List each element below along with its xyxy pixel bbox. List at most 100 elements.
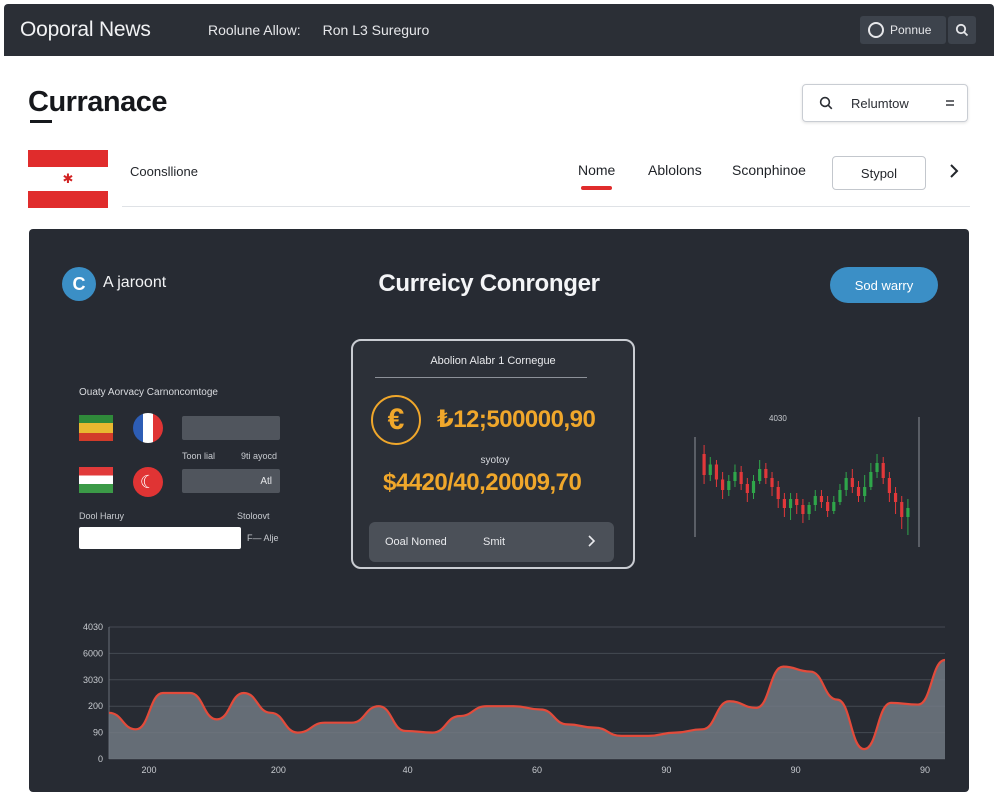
- amount-input[interactable]: [79, 527, 241, 549]
- candle-body: [733, 472, 737, 481]
- candle-body: [900, 502, 904, 517]
- top-nav-link[interactable]: Roolune Allow:: [208, 22, 301, 38]
- section-label: Coonsllione: [130, 164, 198, 179]
- candle-body: [844, 478, 848, 490]
- tab-sconphinoe[interactable]: Sconphinoe: [732, 162, 806, 178]
- top-navigation-bar: Ooporal News Roolune Allow: Ron L3 Sureg…: [4, 4, 994, 56]
- to-currency-value: Atl: [260, 475, 272, 487]
- candle-body: [906, 508, 910, 517]
- candle-body: [850, 478, 854, 487]
- candle-body: [714, 464, 719, 480]
- search-icon: [868, 22, 884, 38]
- from-currency-field[interactable]: [182, 416, 280, 440]
- candle-chart-label: 4030: [769, 414, 787, 423]
- candle-body: [727, 481, 731, 490]
- sod-warry-button[interactable]: Sod warry: [830, 267, 938, 303]
- y-tick-label: 0: [98, 754, 103, 764]
- flag-emblem: ✱: [28, 167, 108, 191]
- tab-ablolons[interactable]: Ablolons: [648, 162, 702, 178]
- candle-body: [856, 487, 861, 496]
- candle-body: [826, 502, 830, 511]
- tab-home[interactable]: Nome: [578, 162, 615, 190]
- divider: [375, 377, 587, 378]
- to-currency-field[interactable]: Atl: [182, 469, 280, 493]
- top-search-icon-button[interactable]: [948, 16, 976, 44]
- top-nav-link[interactable]: Ron L3 Sureguro: [323, 22, 430, 38]
- x-tick-label: 90: [920, 765, 930, 775]
- amount-suffix: F— Alje: [247, 533, 279, 543]
- top-search-button[interactable]: Ponnue: [860, 16, 946, 44]
- candle-body: [795, 499, 799, 505]
- divider: [122, 206, 970, 207]
- chevron-right-icon[interactable]: [948, 162, 960, 180]
- page-title: Curranace: [28, 86, 167, 118]
- area-chart: 4030 6000 3030 200 90 0 200 200 40 60 90 90 90: [83, 622, 946, 775]
- y-tick-label: 4030: [83, 622, 103, 632]
- candle-body: [819, 496, 824, 502]
- currency-converter-panel: C A jaroont Curreicy Conronger Sod warry…: [29, 229, 969, 792]
- flag-icon[interactable]: [133, 413, 163, 443]
- card-mid-label: syotoy: [480, 455, 510, 466]
- candle-body: [863, 487, 867, 496]
- flag-icon[interactable]: [79, 467, 113, 493]
- conversion-result: $4420/40,20009,70: [383, 469, 582, 496]
- candlestick-chart: 4030: [694, 414, 920, 547]
- panel-title: Curreicy Conronger: [378, 270, 600, 297]
- candle-body: [764, 469, 768, 478]
- card-heading: Abolion Alabr 1 Cornegue: [430, 355, 556, 367]
- y-tick-label: 200: [88, 701, 103, 711]
- candle-body: [832, 502, 836, 511]
- brand-logo[interactable]: Ooporal News: [20, 18, 208, 42]
- candle-body: [801, 505, 805, 514]
- candle-body: [887, 478, 891, 493]
- crescent-icon: ☾: [139, 471, 157, 492]
- conversion-card: Abolion Alabr 1 Cornegue € ₺12;500000,90…: [351, 339, 635, 569]
- x-tick-label: 40: [403, 765, 413, 775]
- top-search-label: Ponnue: [890, 23, 932, 37]
- candle-body: [702, 454, 706, 475]
- y-tick-label: 3030: [83, 675, 103, 685]
- submit-button[interactable]: Ooal Nomed Smit: [369, 522, 614, 562]
- to-label: 9ti ayocd: [241, 451, 278, 461]
- candle-body: [745, 484, 749, 493]
- amount-note: Stoloovt: [237, 511, 270, 521]
- x-tick-label: 200: [141, 765, 156, 775]
- candle-body: [782, 499, 786, 508]
- candle-body: [739, 472, 743, 484]
- y-tick-label: 6000: [83, 648, 103, 658]
- search-icon: [819, 96, 833, 110]
- candle-body: [721, 479, 725, 490]
- x-tick-label: 90: [791, 765, 801, 775]
- menu-icon[interactable]: [945, 96, 955, 110]
- candle-body: [788, 499, 793, 508]
- exchange-rate: ₺12;500000,90: [437, 406, 596, 433]
- chevron-right-icon: [588, 535, 596, 547]
- candle-body: [869, 472, 873, 487]
- submit-button-text: Smit: [483, 536, 505, 548]
- candle-body: [893, 493, 898, 502]
- candle-body: [708, 464, 712, 475]
- search-placeholder: Relumtow: [851, 95, 909, 111]
- submit-button-label: Ooal Nomed: [385, 536, 447, 548]
- candle-body: [776, 487, 780, 499]
- candle-body: [813, 496, 817, 505]
- title-underline: [30, 120, 52, 123]
- candle-body: [881, 463, 885, 478]
- area-fill: [109, 660, 945, 759]
- candle-body: [807, 505, 811, 514]
- candle-body: [758, 469, 762, 481]
- candle-body: [770, 478, 774, 487]
- from-label: Toon lial: [182, 451, 216, 461]
- flag-icon[interactable]: ☾: [133, 467, 163, 497]
- flag-icon[interactable]: [79, 415, 113, 441]
- x-tick-label: 200: [271, 765, 286, 775]
- stypol-button[interactable]: Stypol: [832, 156, 926, 190]
- y-tick-label: 90: [93, 728, 103, 738]
- euro-icon: €: [371, 395, 421, 445]
- x-tick-label: 60: [532, 765, 542, 775]
- x-tick-label: 90: [661, 765, 671, 775]
- candle-body: [838, 490, 842, 502]
- converter-caption: Ouaty Aorvacy Carnoncomtoge: [79, 387, 218, 398]
- candle-body: [875, 463, 879, 472]
- search-input[interactable]: Relumtow: [802, 84, 968, 122]
